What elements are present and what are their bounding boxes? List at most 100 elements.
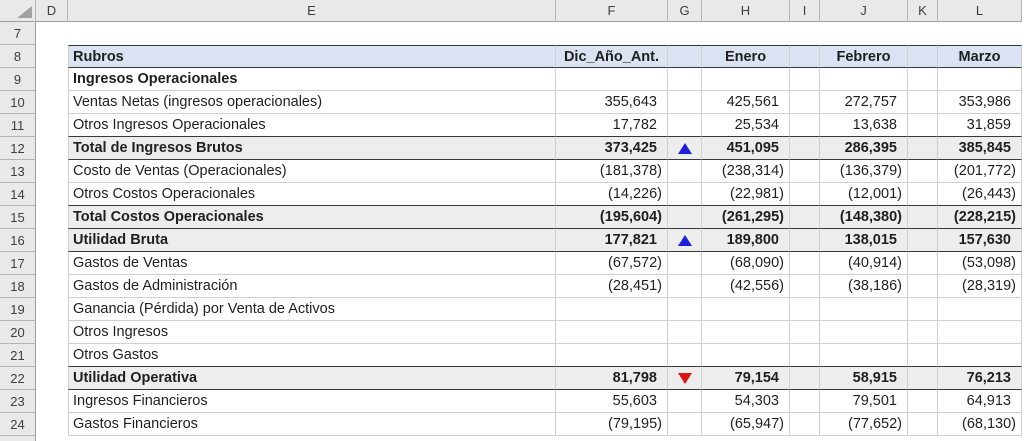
cell-F20[interactable] <box>556 321 668 344</box>
cell-H12[interactable]: 451,095 <box>702 137 790 160</box>
cell-J19[interactable] <box>820 298 908 321</box>
cell-K20[interactable] <box>908 321 938 344</box>
cell-L9[interactable] <box>938 68 1022 91</box>
cell-F17[interactable]: (67,572) <box>556 252 668 275</box>
cell-K10[interactable] <box>908 91 938 114</box>
cell-H24[interactable]: (65,947) <box>702 413 790 436</box>
row-header-13[interactable]: 13 <box>0 160 36 183</box>
cell-H17[interactable]: (68,090) <box>702 252 790 275</box>
cell-F23[interactable]: 55,603 <box>556 390 668 413</box>
cell-F12[interactable]: 373,425 <box>556 137 668 160</box>
cell-D10[interactable] <box>36 91 68 114</box>
cell-J22[interactable]: 58,915 <box>820 367 908 390</box>
cell-L15[interactable]: (228,215) <box>938 206 1022 229</box>
cell-D19[interactable] <box>36 298 68 321</box>
cell-E9[interactable]: Ingresos Operacionales <box>68 68 556 91</box>
cell-J24[interactable]: (77,652) <box>820 413 908 436</box>
row-header-19[interactable]: 19 <box>0 298 36 321</box>
row-header-7[interactable]: 7 <box>0 22 36 45</box>
cell-I15[interactable] <box>790 206 820 229</box>
cell-G21[interactable] <box>668 344 702 367</box>
row-header-10[interactable]: 10 <box>0 91 36 114</box>
cell-I19[interactable] <box>790 298 820 321</box>
cell-K14[interactable] <box>908 183 938 206</box>
row-7-cells[interactable] <box>36 22 1022 45</box>
cell-J10[interactable]: 272,757 <box>820 91 908 114</box>
column-header-K[interactable]: K <box>908 0 938 22</box>
cell-K9[interactable] <box>908 68 938 91</box>
cell-K19[interactable] <box>908 298 938 321</box>
cell-G17[interactable] <box>668 252 702 275</box>
row-header-12[interactable]: 12 <box>0 137 36 160</box>
cell-G9[interactable] <box>668 68 702 91</box>
cell-E18[interactable]: Gastos de Administración <box>68 275 556 298</box>
cell-D18[interactable] <box>36 275 68 298</box>
cell-I14[interactable] <box>790 183 820 206</box>
column-header-I[interactable]: I <box>790 0 820 22</box>
cell-K24[interactable] <box>908 413 938 436</box>
cell-L11[interactable]: 31,859 <box>938 114 1022 137</box>
cell-H23[interactable]: 54,303 <box>702 390 790 413</box>
cell-F14[interactable]: (14,226) <box>556 183 668 206</box>
cell-E11[interactable]: Otros Ingresos Operacionales <box>68 114 556 137</box>
cell-J14[interactable]: (12,001) <box>820 183 908 206</box>
cell-J17[interactable]: (40,914) <box>820 252 908 275</box>
cell-E10[interactable]: Ventas Netas (ingresos operacionales) <box>68 91 556 114</box>
cell-I11[interactable] <box>790 114 820 137</box>
cell-I20[interactable] <box>790 321 820 344</box>
cell-J11[interactable]: 13,638 <box>820 114 908 137</box>
row-header-16[interactable]: 16 <box>0 229 36 252</box>
cell-K12[interactable] <box>908 137 938 160</box>
cell-H21[interactable] <box>702 344 790 367</box>
cell-L21[interactable] <box>938 344 1022 367</box>
cell-H13[interactable]: (238,314) <box>702 160 790 183</box>
cell-G10[interactable] <box>668 91 702 114</box>
cell-F15[interactable]: (195,604) <box>556 206 668 229</box>
cell-F9[interactable] <box>556 68 668 91</box>
cell-I10[interactable] <box>790 91 820 114</box>
cell-E12[interactable]: Total de Ingresos Brutos <box>68 137 556 160</box>
cell-G16[interactable] <box>668 229 702 252</box>
cell-L10[interactable]: 353,986 <box>938 91 1022 114</box>
cell-G24[interactable] <box>668 413 702 436</box>
cell-J21[interactable] <box>820 344 908 367</box>
cell-D9[interactable] <box>36 68 68 91</box>
row-25-cells[interactable] <box>36 436 1022 441</box>
cell-F8[interactable]: Dic_Año_Ant. <box>556 45 668 68</box>
cell-L13[interactable]: (201,772) <box>938 160 1022 183</box>
column-header-G[interactable]: G <box>668 0 702 22</box>
cell-D24[interactable] <box>36 413 68 436</box>
row-header-21[interactable]: 21 <box>0 344 36 367</box>
cell-K16[interactable] <box>908 229 938 252</box>
cell-G13[interactable] <box>668 160 702 183</box>
cell-E16[interactable]: Utilidad Bruta <box>68 229 556 252</box>
cell-H19[interactable] <box>702 298 790 321</box>
cell-G22[interactable] <box>668 367 702 390</box>
cell-D13[interactable] <box>36 160 68 183</box>
cell-D8[interactable] <box>36 45 68 68</box>
cell-E19[interactable]: Ganancia (Pérdida) por Venta de Activos <box>68 298 556 321</box>
cell-J12[interactable]: 286,395 <box>820 137 908 160</box>
row-header-15[interactable]: 15 <box>0 206 36 229</box>
cell-K18[interactable] <box>908 275 938 298</box>
cell-K11[interactable] <box>908 114 938 137</box>
cell-K22[interactable] <box>908 367 938 390</box>
cell-H10[interactable]: 425,561 <box>702 91 790 114</box>
cell-J20[interactable] <box>820 321 908 344</box>
cell-I9[interactable] <box>790 68 820 91</box>
row-header-18[interactable]: 18 <box>0 275 36 298</box>
cell-L16[interactable]: 157,630 <box>938 229 1022 252</box>
cell-L19[interactable] <box>938 298 1022 321</box>
cell-E14[interactable]: Otros Costos Operacionales <box>68 183 556 206</box>
cell-I23[interactable] <box>790 390 820 413</box>
row-header-11[interactable]: 11 <box>0 114 36 137</box>
cell-H11[interactable]: 25,534 <box>702 114 790 137</box>
cell-E13[interactable]: Costo de Ventas (Operacionales) <box>68 160 556 183</box>
cell-I8[interactable] <box>790 45 820 68</box>
row-header-8[interactable]: 8 <box>0 45 36 68</box>
cell-E17[interactable]: Gastos de Ventas <box>68 252 556 275</box>
cell-J23[interactable]: 79,501 <box>820 390 908 413</box>
cell-E22[interactable]: Utilidad Operativa <box>68 367 556 390</box>
cell-F22[interactable]: 81,798 <box>556 367 668 390</box>
cell-D12[interactable] <box>36 137 68 160</box>
